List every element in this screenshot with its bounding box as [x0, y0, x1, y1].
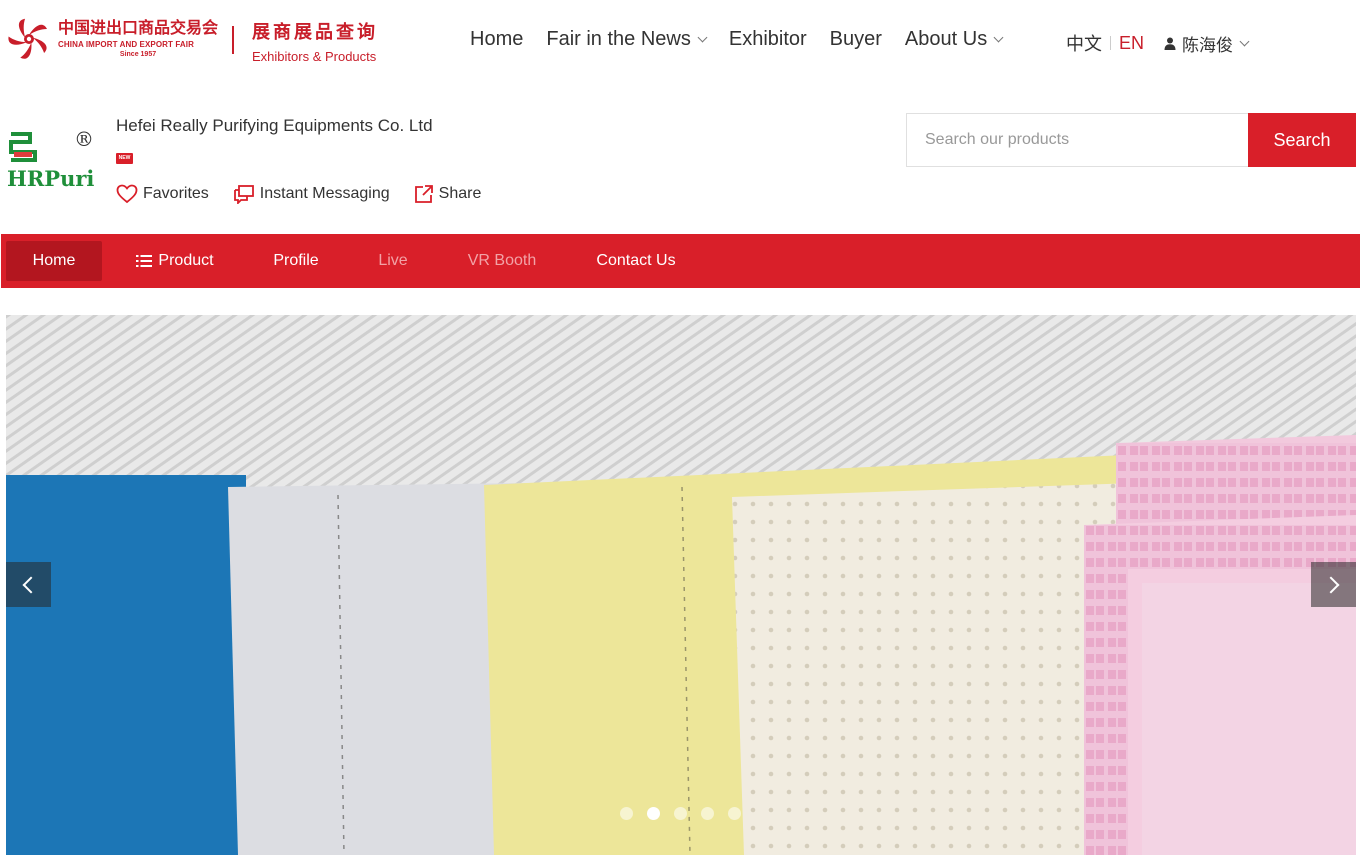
company-logo[interactable]: ® HRPuri — [6, 127, 98, 192]
chevron-down-icon — [993, 32, 1004, 42]
shop-tab-contact-us[interactable]: Contact Us — [562, 241, 710, 281]
main-nav: Home Fair in the News Exhibitor Buyer Ab… — [470, 28, 1025, 51]
shop-tab-home[interactable]: Home — [6, 241, 102, 281]
canton-fair-flower-icon — [8, 18, 47, 59]
search-input[interactable] — [906, 113, 1248, 167]
shop-tab-vr-booth-label: VR Booth — [467, 252, 537, 269]
lang-english[interactable]: EN — [1119, 33, 1144, 54]
nav-about-us[interactable]: About Us — [904, 28, 1004, 51]
nav-buyer-label: Buyer — [829, 28, 882, 50]
favorites-label: Favorites — [143, 185, 209, 202]
shop-tab-profile[interactable]: Profile — [248, 241, 344, 281]
registered-mark: ® — [74, 128, 94, 151]
user-menu[interactable]: 陈海俊 — [1164, 31, 1250, 56]
new-badge: NEW — [116, 153, 133, 164]
subbrand-title-cn: 展商展品查询 — [252, 22, 378, 42]
shop-tab-live[interactable]: Live — [344, 241, 442, 281]
user-icon — [1164, 37, 1176, 50]
company-logo-text: HRPuri — [7, 166, 94, 191]
nav-fair-news-label: Fair in the News — [546, 28, 691, 50]
carousel-dot-3[interactable] — [674, 807, 687, 820]
carousel-prev-button[interactable] — [6, 562, 51, 607]
share-button[interactable]: Share — [414, 184, 482, 204]
instant-messaging-button[interactable]: Instant Messaging — [233, 184, 390, 204]
fair-name-en: CHINA IMPORT AND EXPORT FAIR — [58, 40, 194, 49]
banner-carousel[interactable] — [6, 315, 1356, 855]
shop-tab-product[interactable]: Product — [102, 241, 248, 281]
chat-icon — [233, 185, 254, 204]
carousel-next-button[interactable] — [1311, 562, 1356, 607]
chevron-down-icon — [697, 32, 708, 42]
heart-icon — [116, 184, 138, 204]
shop-tab-profile-label: Profile — [273, 252, 319, 269]
user-name: 陈海俊 — [1182, 36, 1233, 55]
company-actions: Favorites Instant Messaging Share — [116, 184, 505, 204]
exhibitors-products-brand[interactable]: 展商展品查询 Exhibitors & Products — [252, 18, 378, 64]
chevron-right-icon — [1322, 576, 1340, 593]
banner-slide-image — [6, 315, 1356, 855]
carousel-pagination — [620, 807, 755, 820]
shop-nav: Home Product Profile Live VR Booth Conta… — [1, 234, 1360, 288]
list-icon — [136, 255, 153, 267]
shop-tab-contact-us-label: Contact Us — [596, 252, 676, 269]
shop-tab-vr-booth[interactable]: VR Booth — [442, 241, 562, 281]
language-switcher: 中文 EN — [1066, 30, 1144, 56]
chevron-left-icon — [22, 576, 40, 593]
nav-home[interactable]: Home — [470, 28, 523, 51]
nav-exhibitor-label: Exhibitor — [728, 28, 807, 50]
product-search: Search — [906, 113, 1356, 167]
lang-divider — [1110, 36, 1111, 50]
nav-fair-in-the-news[interactable]: Fair in the News — [546, 28, 708, 51]
share-label: Share — [438, 185, 482, 202]
shop-tab-home-label: Home — [32, 252, 76, 269]
nav-about-us-label: About Us — [904, 28, 988, 50]
carousel-dot-4[interactable] — [701, 807, 714, 820]
nav-exhibitor[interactable]: Exhibitor — [729, 28, 807, 51]
fair-name-cn: 中国进出口商品交易会 — [58, 18, 219, 37]
favorites-button[interactable]: Favorites — [116, 184, 209, 204]
fair-since: Since 1957 — [119, 51, 157, 58]
company-name: Hefei Really Purifying Equipments Co. Lt… — [116, 116, 433, 135]
subbrand-title-en: Exhibitors & Products — [252, 49, 377, 64]
instant-messaging-label: Instant Messaging — [259, 185, 390, 202]
hrpuri-logo-icon: ® HRPuri — [7, 127, 94, 191]
carousel-dot-5[interactable] — [728, 807, 741, 820]
nav-buyer[interactable]: Buyer — [830, 28, 882, 51]
search-button[interactable]: Search — [1248, 113, 1356, 167]
shop-tab-live-label: Live — [378, 252, 408, 269]
carousel-dot-1[interactable] — [620, 807, 633, 820]
top-header: 中国进出口商品交易会 CHINA IMPORT AND EXPORT FAIR … — [0, 0, 1362, 82]
lang-chinese[interactable]: 中文 — [1066, 30, 1102, 56]
nav-home-label: Home — [470, 28, 524, 50]
canton-fair-logo[interactable]: 中国进出口商品交易会 CHINA IMPORT AND EXPORT FAIR … — [6, 16, 218, 62]
shop-tab-product-label: Product — [158, 252, 214, 269]
share-icon — [414, 185, 433, 203]
carousel-dot-2[interactable] — [647, 807, 660, 820]
logo-divider — [232, 26, 234, 54]
chevron-down-icon — [1239, 36, 1250, 46]
